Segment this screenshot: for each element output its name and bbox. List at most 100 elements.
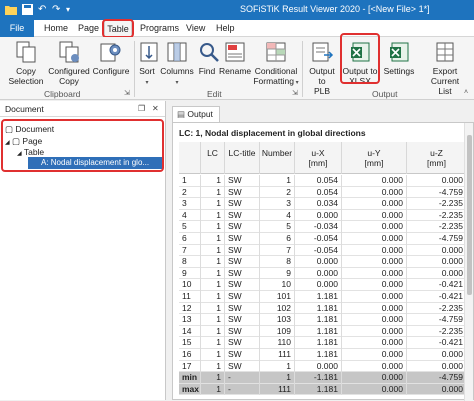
undo-icon[interactable]: ↶ — [38, 4, 46, 16]
table-cell: 0.000 — [342, 221, 407, 233]
tab-programs[interactable]: Programs — [140, 20, 179, 37]
summary-row[interactable]: min 1-1 -1.181 0.000 -4.759 — [179, 372, 469, 384]
table-row[interactable]: 13 1 SW 103 1.181 0.000 -4.759 — [179, 314, 469, 326]
table-cell: 1 — [201, 291, 225, 303]
table-cell: 3 — [260, 198, 295, 210]
menu-bar: File Home Page Table Programs View Help — [0, 20, 474, 37]
table-cell: 0.000 — [342, 372, 407, 384]
table-row[interactable]: 6 1 SW 6 -0.054 0.000 -4.759 — [179, 233, 469, 245]
save-icon[interactable] — [22, 4, 33, 19]
sort-button[interactable]: Sort ▾ — [137, 40, 158, 88]
table-cell: max — [179, 383, 201, 396]
configure-button[interactable]: Configure — [92, 40, 130, 76]
conditional-formatting-button[interactable]: Conditional Formatting ▾ — [253, 40, 299, 88]
column-header[interactable]: u-X [mm] — [295, 142, 342, 174]
file-menu[interactable]: File — [0, 20, 34, 37]
table-cell: 9 — [260, 267, 295, 280]
table-row[interactable]: 2 1 SW 2 0.054 0.000 -4.759 — [179, 186, 469, 199]
table-cell: 0.000 — [342, 314, 407, 326]
table-cell: -1.181 — [295, 372, 342, 384]
scrollbar-thumb[interactable] — [467, 135, 472, 295]
folder-icon[interactable] — [5, 4, 17, 19]
tab-view[interactable]: View — [186, 20, 205, 37]
customize-icon[interactable]: ▾ — [66, 4, 70, 16]
table-cell: 5 — [179, 221, 201, 233]
configured-copy-icon — [59, 41, 79, 63]
ribbon-collapse-icon[interactable]: ˄ — [464, 89, 468, 96]
table-cell: 1 — [201, 337, 225, 349]
table-row[interactable]: 11 1 SW 101 1.181 0.000 -0.421 — [179, 291, 469, 303]
summary-row[interactable]: max 1-111 1.181 0.000 0.000 — [179, 383, 469, 396]
table-row[interactable]: 10 1 SW 10 0.000 0.000 -0.421 — [179, 279, 469, 291]
table-cell: -0.421 — [407, 291, 467, 303]
close-icon[interactable]: ✕ — [152, 101, 159, 117]
table-row[interactable]: 17 1 SW 1 0.000 0.000 0.000 — [179, 360, 469, 373]
tab-help[interactable]: Help — [216, 20, 235, 37]
table-cell: 1 — [201, 244, 225, 257]
table-cell: -4.759 — [407, 314, 467, 326]
excel-settings-icon — [390, 42, 409, 62]
table-cell: 0.000 — [342, 291, 407, 303]
table-cell: -2.235 — [407, 209, 467, 222]
edit-expand-icon[interactable]: ⇲ — [292, 89, 298, 97]
window-title: SOFiSTiK Result Viewer 2020 - [<New File… — [240, 4, 430, 14]
table-cell: 7 — [260, 244, 295, 257]
table-cell: 0.000 — [407, 267, 467, 280]
table-cell: 1 — [201, 233, 225, 245]
table-row[interactable]: 15 1 SW 110 1.181 0.000 -0.421 — [179, 337, 469, 349]
table-row[interactable]: 4 1 SW 4 0.000 0.000 -2.235 — [179, 209, 469, 222]
column-header-title: LC — [207, 148, 218, 158]
ribbon-separator — [134, 41, 135, 97]
columns-button[interactable]: Columns ▾ — [160, 40, 194, 88]
table-row[interactable]: 5 1 SW 5 -0.034 0.000 -2.235 — [179, 221, 469, 233]
table-cell: 13 — [179, 314, 201, 326]
table-cell: 0.000 — [295, 279, 342, 291]
table-cell: -4.759 — [407, 372, 467, 384]
table-row[interactable]: 16 1 SW 111 1.181 0.000 0.000 — [179, 349, 469, 361]
table-cell: 0.000 — [342, 175, 407, 187]
ribbon-separator — [302, 41, 303, 97]
table-cell: 1 — [201, 221, 225, 233]
table-cell: 1.181 — [295, 325, 342, 338]
output-to-plb-button[interactable]: Output to PLB — [305, 40, 339, 96]
table-row[interactable]: 14 1 SW 109 1.181 0.000 -2.235 — [179, 325, 469, 338]
column-header[interactable]: u-Y [mm] — [342, 142, 407, 174]
tab-home[interactable]: Home — [44, 20, 68, 37]
redo-icon[interactable]: ↷ — [52, 4, 60, 16]
table-row[interactable]: 7 1 SW 7 -0.054 0.000 0.000 — [179, 244, 469, 257]
configured-copy-button[interactable]: Configured Copy — [48, 40, 90, 86]
find-button[interactable]: Find — [197, 40, 219, 76]
table-cell: -0.421 — [407, 337, 467, 349]
table-row[interactable]: 12 1 SW 102 1.181 0.000 -2.235 — [179, 302, 469, 315]
table-cell: 1 — [201, 314, 225, 326]
table-cell: min — [179, 372, 201, 384]
copy-selection-button[interactable]: Copy Selection — [6, 40, 46, 86]
table-cell: 6 — [260, 233, 295, 245]
tab-page[interactable]: Page — [78, 20, 99, 37]
column-header[interactable]: u-Z [mm] — [407, 142, 467, 174]
table-row[interactable]: 9 1 SW 9 0.000 0.000 0.000 — [179, 267, 469, 280]
clipboard-expand-icon[interactable]: ⇲ — [124, 89, 130, 97]
rename-icon — [225, 42, 245, 62]
column-header[interactable]: LC-title — [225, 142, 260, 174]
vertical-scrollbar[interactable] — [464, 123, 473, 401]
output-to-xlsx-highlight — [340, 33, 380, 84]
column-header-unit: [mm] — [364, 158, 384, 168]
tab-output[interactable]: ▤ Output — [172, 106, 220, 122]
copy-icon — [16, 41, 36, 63]
table-cell: SW — [225, 302, 260, 315]
export-current-list-button[interactable]: Export Current List — [418, 40, 472, 96]
rename-button[interactable]: Rename — [219, 40, 251, 76]
table-cell: 16 — [179, 349, 201, 361]
table-row[interactable]: 1 1 SW 1 0.054 0.000 0.000 — [179, 175, 469, 187]
export-current-list-label: Export Current List — [430, 66, 460, 96]
column-header[interactable]: Number — [260, 142, 295, 174]
column-header[interactable] — [179, 142, 201, 174]
table-row[interactable]: 8 1 SW 8 0.000 0.000 0.000 — [179, 256, 469, 268]
output-to-plb-label: Output to PLB — [309, 66, 335, 96]
settings-button[interactable]: Settings — [382, 40, 416, 76]
table-row[interactable]: 3 1 SW 3 0.034 0.000 -2.235 — [179, 198, 469, 210]
column-header[interactable]: LC — [201, 142, 225, 174]
table-cell: 1 — [179, 175, 201, 187]
float-icon[interactable]: ❐ — [138, 101, 145, 117]
